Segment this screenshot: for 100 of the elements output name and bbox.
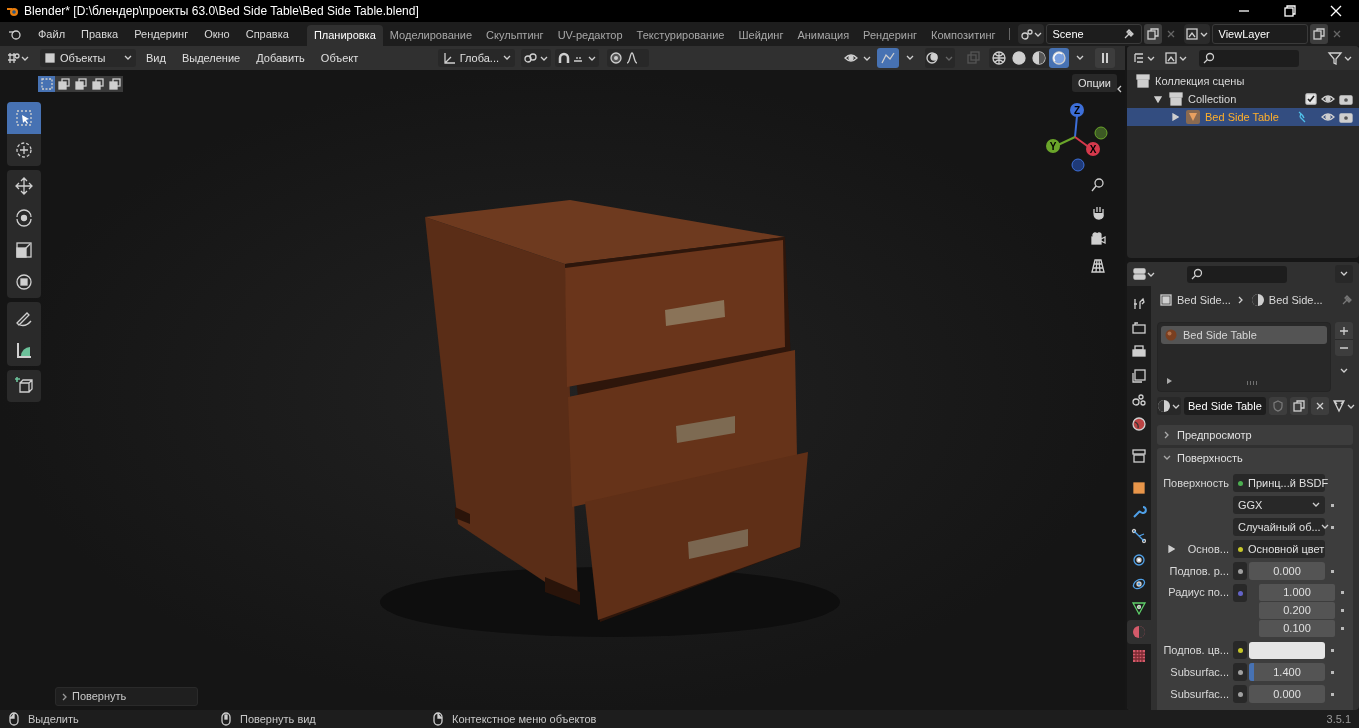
overlay-icon[interactable] (925, 48, 955, 68)
status-hint: Повернуть вид (240, 711, 316, 727)
gizmo-toggle-icon[interactable] (877, 48, 899, 68)
window-title: Blender* [D:\блендер\проекты 63.0\Bed Side Table\Bed Side Table.blend] (24, 3, 419, 20)
menu-item[interactable]: Справка (237, 24, 297, 44)
shading-mode-icon[interactable] (1049, 48, 1069, 68)
color-swatch[interactable] (1249, 641, 1325, 659)
copy-icon[interactable] (1143, 24, 1162, 44)
filter-icon[interactable] (1327, 49, 1353, 67)
fake-user-icon[interactable] (1268, 397, 1287, 415)
material-browse-icon[interactable] (1157, 397, 1181, 415)
shading-mode-icon[interactable] (1029, 48, 1049, 68)
collection-icon (1168, 91, 1184, 107)
copy-icon[interactable] (1289, 397, 1308, 415)
menu-item[interactable]: Рендеринг (126, 24, 197, 44)
selection-mode-icon[interactable] (72, 76, 89, 92)
caret-icon (1320, 524, 1329, 530)
shading-mode-icon[interactable] (989, 48, 1009, 68)
mouse-icon (220, 712, 232, 726)
chevron-right-icon (62, 692, 68, 701)
material-name-field[interactable]: Bed Side Table (1184, 397, 1266, 415)
workspace-tab[interactable]: Моделирование (382, 25, 480, 46)
workspace-tab[interactable]: Шейдинг (731, 25, 791, 46)
material-slot[interactable]: Bed Side Table (1161, 326, 1327, 344)
grid-icon[interactable] (1088, 257, 1108, 275)
search-field[interactable] (1199, 49, 1299, 67)
outliner-row[interactable]: Collection (1127, 90, 1359, 108)
outliner-row[interactable]: Bed Side Table (1127, 108, 1359, 126)
selection-mode-icon[interactable] (55, 76, 72, 92)
select-box-icon[interactable] (7, 102, 41, 134)
pause-icon[interactable] (1095, 48, 1115, 68)
field-label: Subsurfac... (1170, 664, 1229, 680)
dropdown[interactable]: GGX (1233, 496, 1325, 514)
expand-arrow-icon[interactable] (1166, 377, 1172, 385)
orientation-dropdown[interactable]: Глоба... (437, 49, 515, 67)
slider-field[interactable]: 1.400 (1249, 663, 1325, 681)
expanded-arrow-icon[interactable] (1152, 95, 1164, 103)
view-layer-field[interactable]: ViewLayer (1211, 24, 1308, 44)
blender-logo-icon[interactable] (8, 27, 22, 41)
outliner-item-label: Коллекция сцены (1155, 73, 1245, 89)
number-field[interactable]: 0.000 (1249, 562, 1325, 580)
workspace-tab[interactable]: Планировка (306, 25, 383, 46)
camera-icon[interactable] (1339, 111, 1353, 123)
shading-mode-icon[interactable] (1009, 48, 1029, 68)
workspace-tab[interactable]: Скульптинг (479, 25, 551, 46)
status-hint: Контекстное меню объектов (452, 711, 597, 727)
number-field[interactable]: 0.100 (1259, 620, 1335, 637)
caret-icon[interactable] (1335, 265, 1353, 283)
mouse-icon (432, 712, 444, 726)
snap-icon[interactable] (555, 49, 599, 67)
workspace-tab[interactable]: Анимация (790, 25, 857, 46)
mode-dropdown[interactable]: Объекты (40, 49, 136, 67)
options-dropdown[interactable]: Опции (1071, 74, 1117, 92)
menu-item[interactable]: Файл (30, 24, 74, 44)
outliner-item-label: Collection (1188, 91, 1237, 107)
number-field[interactable]: 0.200 (1259, 602, 1335, 619)
close-icon[interactable] (1310, 397, 1329, 415)
collapsed-arrow-icon[interactable] (1169, 113, 1181, 121)
material-icon[interactable] (1127, 620, 1151, 644)
workspace-tab[interactable]: Композитинг (924, 25, 1003, 46)
socket-link-button[interactable]: Основной цвет (1233, 540, 1325, 558)
menu-item[interactable]: Объект (314, 49, 365, 67)
menu-item[interactable]: Выделение (175, 49, 247, 67)
plus-icon[interactable] (1335, 322, 1353, 339)
eye-icon[interactable] (1321, 111, 1335, 123)
proportional-edit-icon[interactable] (607, 49, 649, 67)
view-layer-icon[interactable] (1165, 49, 1189, 67)
search-field[interactable] (1187, 265, 1287, 283)
copy-icon[interactable] (1309, 24, 1328, 44)
panel-header[interactable]: Поверхность (1157, 448, 1353, 468)
menu-item[interactable]: Вид (140, 49, 172, 67)
scene-selector-icon[interactable] (1017, 24, 1044, 44)
panel-header[interactable]: Предпросмотр (1157, 425, 1353, 445)
last-operation-panel[interactable]: Повернуть (55, 687, 198, 706)
axis-handle[interactable] (1094, 126, 1108, 140)
axis-handle[interactable] (1071, 158, 1085, 172)
view-layer-icon[interactable] (1183, 24, 1210, 44)
number-field[interactable]: 0.000 (1249, 685, 1325, 703)
eye-icon[interactable] (1321, 93, 1335, 105)
editor-type-icon[interactable] (1133, 265, 1157, 283)
pivot-icon[interactable] (521, 49, 551, 67)
workspace-tab[interactable]: UV-редактор (550, 25, 630, 46)
collapsed-arrow-icon[interactable] (1167, 545, 1175, 553)
menu-item[interactable]: Правка (73, 24, 127, 44)
minus-icon[interactable] (1335, 339, 1353, 356)
menu-item[interactable]: Добавить (250, 49, 311, 67)
resize-grip-icon[interactable] (1246, 381, 1258, 385)
selection-mode-icon[interactable] (89, 76, 106, 92)
mouse-icon (8, 712, 20, 726)
camera-icon[interactable] (1339, 93, 1353, 105)
field-label: Subsurfac... (1170, 686, 1229, 702)
menu-item[interactable]: Окно (196, 24, 238, 44)
selection-mode-icon[interactable] (106, 76, 123, 92)
checkbox-checked-icon[interactable] (1305, 93, 1317, 105)
workspace-tab[interactable]: Рендеринг (856, 25, 925, 46)
scene-field[interactable]: Scene (1045, 24, 1142, 44)
breadcrumb-item: Bed Side... (1268, 292, 1323, 308)
number-field[interactable]: 1.000 (1259, 584, 1335, 601)
camera-icon[interactable] (1088, 230, 1108, 248)
workspace-tab[interactable]: Текстурирование (629, 25, 732, 46)
